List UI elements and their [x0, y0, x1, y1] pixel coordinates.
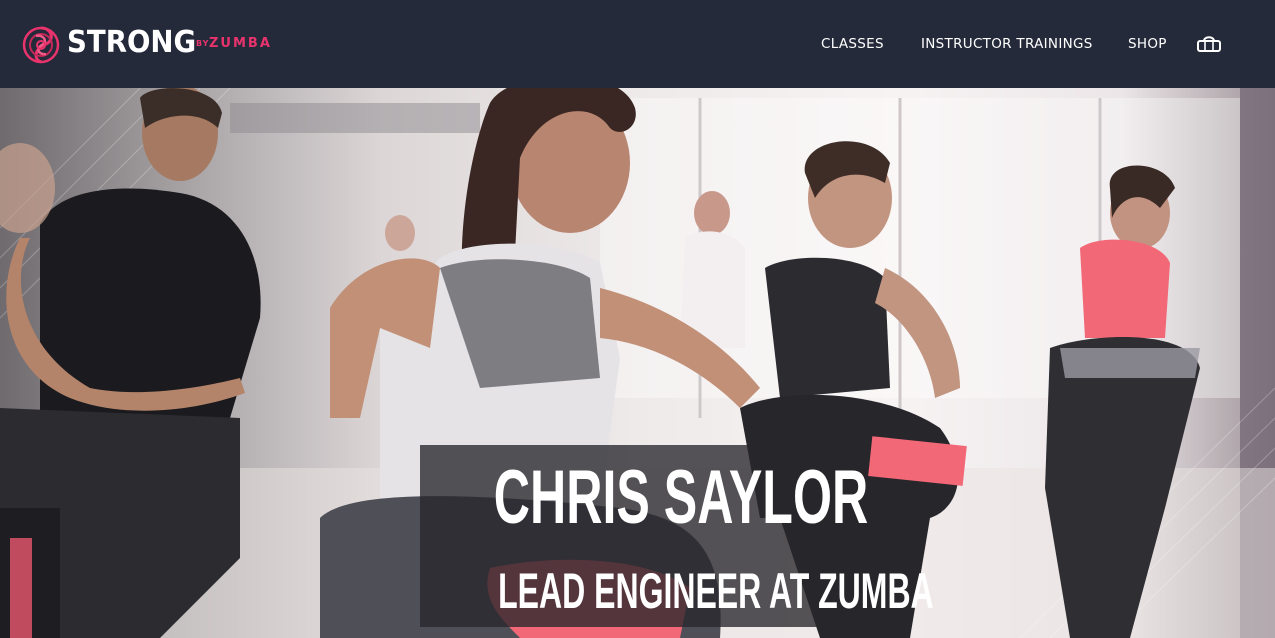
logo-wordmark: STRONG [67, 25, 197, 60]
nav-link-classes[interactable]: CLASSES [821, 36, 884, 56]
shopping-bag-icon[interactable] [1196, 33, 1222, 55]
hero-caption: CHRIS SAYLOR LEAD ENGINEER AT ZUMBA [420, 445, 934, 627]
logo-swirl-icon [22, 26, 60, 64]
nav-link-shop[interactable]: SHOP [1128, 36, 1167, 56]
hero-banner: CHRIS SAYLOR LEAD ENGINEER AT ZUMBA [0, 88, 1275, 638]
nav-link-instructor-trainings[interactable]: INSTRUCTOR TRAININGS [921, 36, 1093, 56]
hero-name: CHRIS SAYLOR [493, 455, 869, 540]
logo-zumba-text: ZUMBA [209, 36, 272, 51]
logo-by-text: BY [196, 39, 210, 48]
site-header: STRONG BY ZUMBA CLASSES INSTRUCTOR TRAIN… [0, 0, 1275, 88]
hero-job-title: LEAD ENGINEER AT ZUMBA [498, 563, 934, 619]
strong-by-zumba-logo[interactable]: STRONG BY ZUMBA [22, 14, 292, 76]
